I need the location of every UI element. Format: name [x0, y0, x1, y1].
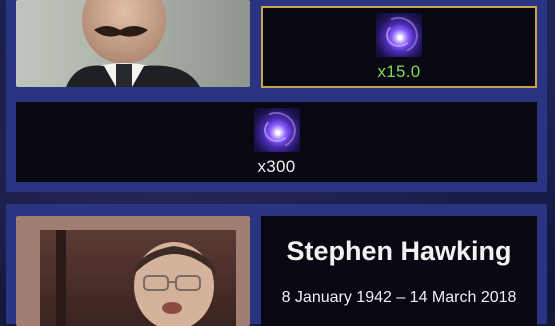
person-reward-card: x15.0 x300	[6, 0, 547, 192]
portrait-image	[16, 0, 250, 87]
person-info-card: Stephen Hawking 8 January 1942 – 14 Marc…	[6, 204, 547, 326]
person-name: Stephen Hawking	[286, 236, 512, 266]
person-info-panel: Stephen Hawking 8 January 1942 – 14 Marc…	[261, 216, 537, 326]
reward-quantity: x300	[257, 156, 296, 176]
reward-slot[interactable]: x300	[16, 102, 537, 182]
reward-slot-highlighted[interactable]: x15.0	[261, 6, 537, 88]
person-dates: 8 January 1942 – 14 March 2018	[281, 289, 517, 306]
purple-orb-icon	[253, 107, 300, 152]
reward-quantity: x15.0	[377, 61, 421, 81]
portrait-image	[16, 216, 250, 326]
purple-orb-icon	[376, 12, 422, 57]
